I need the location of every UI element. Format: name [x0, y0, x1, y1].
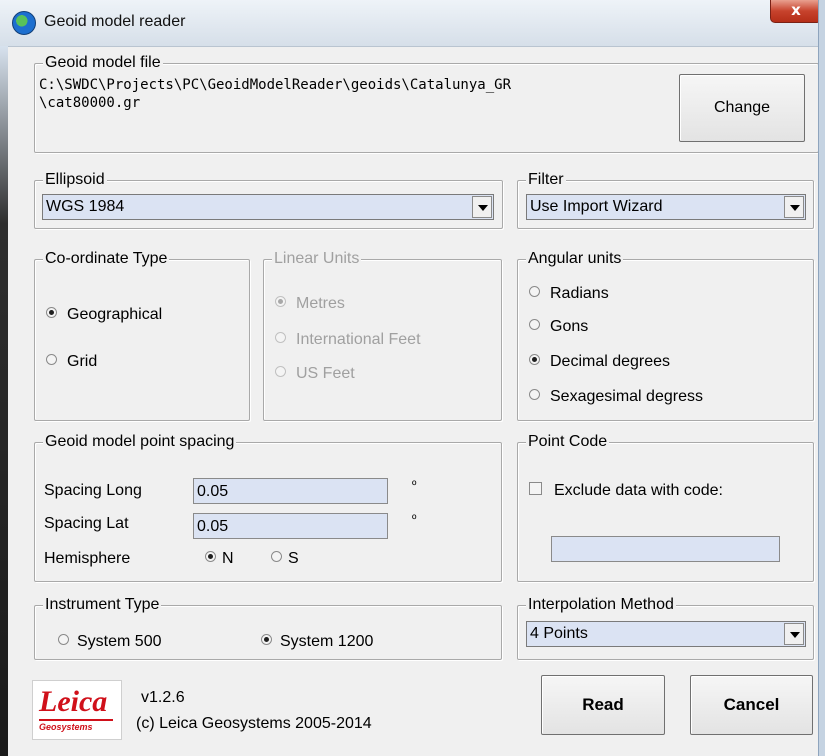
geoid-file-path-line2: \cat80000.gr: [39, 95, 141, 111]
window-right-edge: [818, 0, 825, 756]
filter-legend: Filter: [526, 170, 566, 190]
window-left-edge: [0, 46, 8, 756]
radio-selected-icon: [261, 634, 272, 646]
version-text: v1.2.6: [141, 689, 185, 706]
close-button[interactable]: x: [770, 0, 822, 23]
leica-logo: Leica Geosystems: [32, 680, 122, 740]
linear-units-group: Linear Units Metres International Feet U…: [263, 249, 502, 421]
hemisphere-label: Hemisphere: [44, 550, 131, 567]
interpolation-group: Interpolation Method 4 Points: [517, 595, 814, 660]
point-code-group: Point Code Exclude data with code:: [517, 432, 814, 582]
radio-unselected-icon: [529, 286, 540, 298]
radio-decimal-degrees-label: Decimal degrees: [550, 353, 671, 370]
point-code-legend: Point Code: [526, 432, 610, 452]
ellipsoid-select[interactable]: WGS 1984: [42, 194, 494, 220]
change-button[interactable]: Change: [679, 74, 805, 142]
filter-group: Filter Use Import Wizard: [517, 170, 814, 229]
geoid-file-group: Geoid model file C:\SWDC\Projects\PC\Geo…: [34, 53, 819, 153]
leica-logo-subtext: Geosystems: [39, 722, 93, 732]
radio-grid[interactable]: Grid: [46, 352, 97, 372]
radio-hemisphere-s[interactable]: S: [271, 549, 299, 569]
radio-sexagesimal-label: Sexagesimal degress: [550, 388, 703, 405]
radio-system-500[interactable]: System 500: [58, 632, 161, 652]
radio-selected-icon: [275, 296, 286, 308]
radio-gons[interactable]: Gons: [529, 317, 588, 337]
radio-system-500-label: System 500: [77, 633, 162, 650]
linear-units-legend: Linear Units: [272, 249, 362, 269]
read-button[interactable]: Read: [541, 675, 665, 735]
copyright-text: (c) Leica Geosystems 2005-2014: [136, 715, 372, 732]
exclude-code-checkbox[interactable]: Exclude data with code:: [529, 481, 723, 501]
exclude-code-label: Exclude data with code:: [554, 482, 723, 499]
radio-us-feet-label: US Feet: [296, 365, 355, 382]
radio-international-feet-label: International Feet: [296, 331, 421, 348]
exclude-code-input[interactable]: [551, 536, 780, 562]
radio-unselected-icon: [275, 332, 286, 344]
radio-hemisphere-n-label: N: [222, 550, 234, 567]
radio-grid-label: Grid: [67, 353, 98, 370]
radio-metres-label: Metres: [296, 295, 345, 312]
radio-unselected-icon: [46, 354, 57, 366]
geoid-file-legend: Geoid model file: [43, 53, 163, 73]
title-bar[interactable]: Geoid model reader x: [0, 0, 825, 47]
ellipsoid-selected-value: WGS 1984: [46, 198, 125, 215]
radio-hemisphere-n[interactable]: N: [205, 549, 234, 569]
radio-unselected-icon: [529, 319, 540, 331]
radio-radians-label: Radians: [550, 285, 609, 302]
radio-hemisphere-s-label: S: [288, 550, 299, 567]
spacing-lat-label: Spacing Lat: [44, 515, 129, 532]
instrument-type-group: Instrument Type System 500 System 1200: [34, 595, 502, 660]
globe-icon: [12, 11, 36, 35]
radio-unselected-icon: [58, 634, 69, 646]
radio-selected-icon: [205, 551, 216, 563]
radio-selected-icon: [46, 307, 57, 319]
radio-unselected-icon: [275, 366, 286, 378]
leica-logo-rule: [39, 719, 113, 721]
radio-gons-label: Gons: [550, 318, 589, 335]
spacing-legend: Geoid model point spacing: [43, 432, 237, 452]
chevron-down-icon[interactable]: [784, 623, 804, 645]
radio-system-1200[interactable]: System 1200: [261, 632, 373, 652]
geoid-file-path-line1: C:\SWDC\Projects\PC\GeoidModelReader\geo…: [39, 77, 512, 93]
cancel-button[interactable]: Cancel: [690, 675, 813, 735]
leica-logo-text: Leica: [39, 685, 108, 718]
interpolation-selected-value: 4 Points: [530, 625, 588, 642]
radio-us-feet: US Feet: [275, 364, 355, 384]
window-title: Geoid model reader: [44, 13, 186, 30]
spacing-lat-unit: º: [412, 512, 417, 526]
radio-decimal-degrees[interactable]: Decimal degrees: [529, 352, 670, 372]
filter-selected-value: Use Import Wizard: [530, 198, 663, 215]
interpolation-legend: Interpolation Method: [526, 595, 676, 615]
radio-unselected-icon: [271, 551, 282, 563]
radio-radians[interactable]: Radians: [529, 284, 609, 304]
chevron-down-icon[interactable]: [784, 196, 804, 218]
ellipsoid-group: Ellipsoid WGS 1984: [34, 170, 503, 229]
checkbox-icon: [529, 482, 542, 496]
radio-unselected-icon: [529, 389, 540, 401]
radio-international-feet: International Feet: [275, 330, 421, 350]
radio-geographical[interactable]: Geographical: [46, 305, 162, 325]
ellipsoid-legend: Ellipsoid: [43, 170, 107, 190]
dialog-window: Geoid model reader x Geoid model file C:…: [0, 0, 825, 756]
spacing-group: Geoid model point spacing Spacing Long 0…: [34, 432, 502, 582]
spacing-lat-input[interactable]: 0.05: [193, 513, 388, 539]
spacing-long-input[interactable]: 0.05: [193, 478, 388, 504]
spacing-long-unit: º: [412, 478, 417, 492]
coordinate-type-group: Co-ordinate Type Geographical Grid: [34, 249, 250, 421]
spacing-long-label: Spacing Long: [44, 482, 142, 499]
radio-selected-icon: [529, 354, 540, 366]
angular-units-group: Angular units Radians Gons Decimal degre…: [517, 249, 814, 421]
radio-sexagesimal[interactable]: Sexagesimal degress: [529, 387, 703, 407]
interpolation-select[interactable]: 4 Points: [526, 621, 806, 647]
radio-metres: Metres: [275, 294, 345, 314]
radio-geographical-label: Geographical: [67, 306, 163, 323]
coordinate-type-legend: Co-ordinate Type: [43, 249, 170, 269]
filter-select[interactable]: Use Import Wizard: [526, 194, 806, 220]
radio-system-1200-label: System 1200: [280, 633, 374, 650]
chevron-down-icon[interactable]: [472, 196, 492, 218]
angular-units-legend: Angular units: [526, 249, 624, 269]
instrument-type-legend: Instrument Type: [43, 595, 162, 615]
